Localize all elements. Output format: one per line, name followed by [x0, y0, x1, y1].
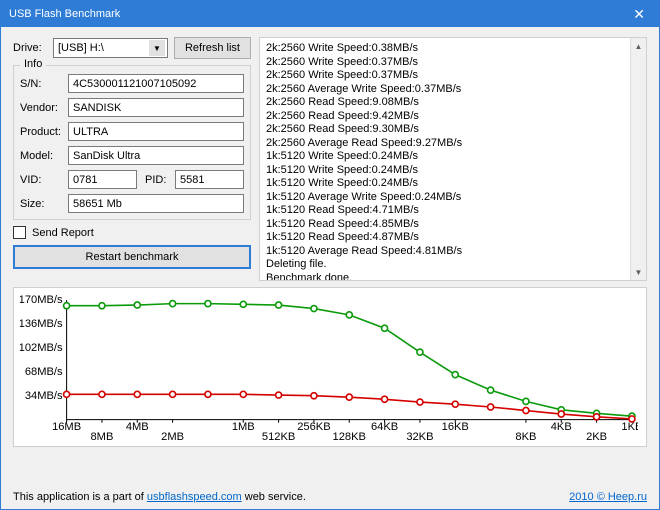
svg-text:136MB/s: 136MB/s — [20, 318, 63, 330]
window-title: USB Flash Benchmark — [9, 8, 120, 20]
titlebar[interactable]: USB Flash Benchmark ✕ — [1, 1, 659, 27]
vendor-field[interactable]: SANDISK — [68, 98, 244, 117]
svg-text:2KB: 2KB — [586, 431, 607, 443]
svg-text:170MB/s: 170MB/s — [20, 294, 63, 306]
drive-select[interactable]: [USB] H:\ ▼ — [53, 38, 168, 58]
svg-text:68MB/s: 68MB/s — [25, 366, 63, 378]
drive-select-value: [USB] H:\ — [58, 42, 104, 54]
svg-text:32KB: 32KB — [406, 431, 433, 443]
svg-text:102MB/s: 102MB/s — [20, 342, 63, 354]
model-field[interactable]: SanDisk Ultra — [68, 146, 244, 165]
log-panel: 2k:2560 Write Speed:0.38MB/s 2k:2560 Wri… — [259, 37, 647, 281]
info-legend: Info — [20, 58, 46, 70]
app-window: USB Flash Benchmark ✕ Drive: [USB] H:\ ▼… — [0, 0, 660, 510]
svg-text:2MB: 2MB — [161, 431, 184, 443]
svg-text:34MB/s: 34MB/s — [25, 390, 63, 402]
svg-text:1MB: 1MB — [232, 421, 255, 433]
restart-button[interactable]: Restart benchmark — [13, 245, 251, 269]
svg-text:64KB: 64KB — [371, 421, 398, 433]
svg-text:128KB: 128KB — [333, 431, 366, 443]
svg-text:8KB: 8KB — [515, 431, 536, 443]
vid-field[interactable]: 0781 — [68, 170, 137, 189]
footer-link-copyright[interactable]: 2010 © Heep.ru — [569, 491, 647, 503]
drive-label: Drive: — [13, 42, 47, 54]
product-field[interactable]: ULTRA — [68, 122, 244, 141]
size-label: Size: — [20, 198, 64, 210]
model-label: Model: — [20, 150, 64, 162]
pid-field[interactable]: 5581 — [175, 170, 244, 189]
vid-label: VID: — [20, 174, 64, 186]
footer: This application is a part of usbflashsp… — [1, 488, 659, 509]
close-icon[interactable]: ✕ — [627, 6, 651, 23]
svg-text:256KB: 256KB — [297, 421, 330, 433]
svg-text:16KB: 16KB — [442, 421, 469, 433]
sn-label: S/N: — [20, 78, 64, 90]
footer-link-site[interactable]: usbflashspeed.com — [147, 491, 242, 503]
refresh-button[interactable]: Refresh list — [174, 37, 251, 59]
chevron-down-icon[interactable]: ▼ — [149, 40, 165, 56]
vendor-label: Vendor: — [20, 102, 64, 114]
size-field[interactable]: 58651 Mb — [68, 194, 244, 213]
scroll-up-icon[interactable]: ▲ — [631, 38, 646, 54]
svg-text:8MB: 8MB — [90, 431, 113, 443]
scroll-down-icon[interactable]: ▼ — [631, 264, 646, 280]
chart-panel: 34MB/s 68MB/s 102MB/s 136MB/s 170MB/s 16MB 8MB… — [13, 287, 647, 447]
pid-label: PID: — [145, 174, 171, 186]
send-report-label: Send Report — [32, 227, 94, 239]
svg-text:1KB: 1KB — [621, 421, 638, 433]
sn-field[interactable]: 4C530001121007105092 — [68, 74, 244, 93]
svg-text:512KB: 512KB — [262, 431, 295, 443]
log-text[interactable]: 2k:2560 Write Speed:0.38MB/s 2k:2560 Wri… — [266, 42, 644, 281]
svg-text:4KB: 4KB — [551, 421, 572, 433]
send-report-checkbox[interactable] — [13, 226, 26, 239]
product-label: Product: — [20, 126, 64, 138]
svg-text:16MB: 16MB — [52, 421, 81, 433]
benchmark-chart: 34MB/s 68MB/s 102MB/s 136MB/s 170MB/s 16MB 8MB… — [20, 294, 638, 444]
content-area: Drive: [USB] H:\ ▼ Refresh list Info S/N… — [1, 27, 659, 488]
info-group: Info S/N: 4C530001121007105092 Vendor: S… — [13, 65, 251, 220]
scrollbar-track[interactable]: ▲ ▼ — [630, 38, 646, 280]
svg-text:4MB: 4MB — [126, 421, 149, 433]
send-report-row[interactable]: Send Report — [13, 226, 251, 239]
